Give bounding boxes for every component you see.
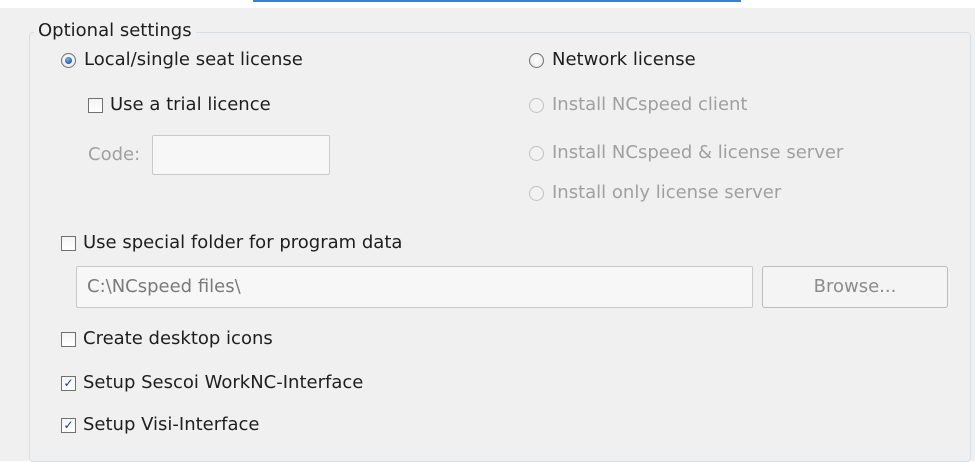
local-license-option[interactable]: Local/single seat license: [61, 47, 303, 73]
network-license-radio[interactable]: [529, 52, 544, 68]
install-server-only-radio[interactable]: [529, 185, 544, 201]
local-license-radio[interactable]: [61, 52, 76, 68]
install-client-server-label: Install NCspeed & license server: [552, 142, 844, 163]
desktop-icons-checkbox[interactable]: [61, 331, 76, 347]
install-client-label: Install NCspeed client: [552, 94, 748, 115]
network-option-server-only[interactable]: Install only license server: [529, 180, 781, 206]
worknc-interface-checkbox[interactable]: ✓: [61, 375, 76, 391]
network-license-label: Network license: [552, 49, 696, 70]
desktop-icons-option[interactable]: Create desktop icons: [61, 326, 273, 352]
code-input[interactable]: [152, 135, 330, 175]
special-folder-label: Use special folder for program data: [83, 232, 403, 253]
trial-licence-label: Use a trial licence: [110, 94, 271, 115]
top-accent-line: [253, 0, 741, 2]
special-folder-option[interactable]: Use special folder for program data: [61, 230, 402, 256]
install-server-only-label: Install only license server: [552, 182, 782, 203]
settings-panel: Optional settings Local/single seat lice…: [0, 8, 975, 462]
install-client-radio[interactable]: [529, 97, 544, 113]
network-license-option[interactable]: Network license: [529, 47, 696, 73]
trial-licence-option[interactable]: Use a trial licence: [88, 92, 271, 118]
code-label: Code:: [88, 144, 141, 165]
visi-interface-option[interactable]: ✓ Setup Visi-Interface: [61, 412, 260, 438]
install-client-server-radio[interactable]: [529, 145, 544, 161]
network-option-client[interactable]: Install NCspeed client: [529, 92, 747, 118]
folder-path-input[interactable]: C:\NCspeed files\: [76, 266, 753, 308]
worknc-interface-label: Setup Sescoi WorkNC-Interface: [83, 372, 364, 393]
visi-interface-label: Setup Visi-Interface: [83, 414, 260, 435]
groupbox-title: Optional settings: [34, 19, 196, 43]
worknc-interface-option[interactable]: ✓ Setup Sescoi WorkNC-Interface: [61, 370, 363, 396]
local-license-label: Local/single seat license: [84, 49, 303, 70]
code-label-row: Code:: [88, 142, 140, 168]
trial-licence-checkbox[interactable]: [88, 97, 103, 113]
desktop-icons-label: Create desktop icons: [83, 328, 273, 349]
special-folder-checkbox[interactable]: [61, 235, 76, 251]
network-option-client-and-server[interactable]: Install NCspeed & license server: [529, 140, 843, 166]
browse-button[interactable]: Browse...: [762, 266, 948, 308]
visi-interface-checkbox[interactable]: ✓: [61, 417, 76, 433]
